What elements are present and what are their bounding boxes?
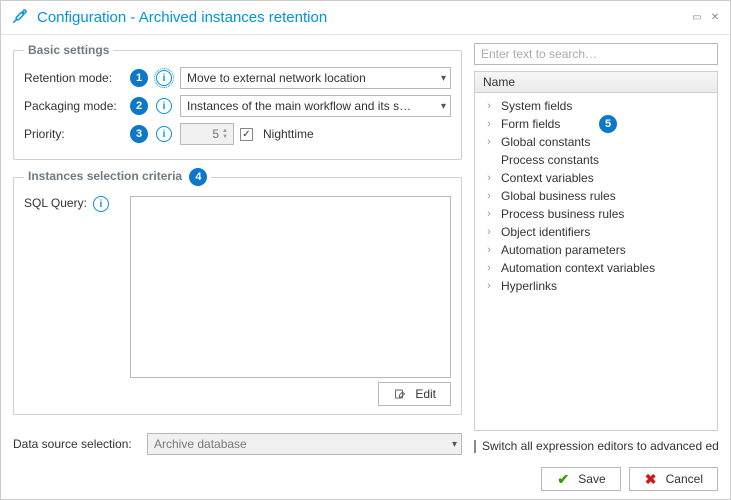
tree-panel: Name › System fields › Form fields 5 › Global … xyxy=(474,71,718,431)
switch-label: Switch all expression editors to advance… xyxy=(482,439,718,453)
sql-row: SQL Query: i xyxy=(24,196,451,378)
criteria-fieldset: Instances selection criteria 4 SQL Query… xyxy=(13,168,462,415)
x-icon: ✖ xyxy=(644,472,658,486)
priority-row: Priority: 3 i 5 ▲▼ ✓ Nighttime xyxy=(24,123,451,145)
chevron-right-icon[interactable]: › xyxy=(483,100,495,112)
tree-item[interactable]: › System fields xyxy=(479,97,713,115)
retention-label: Retention mode: xyxy=(24,71,124,85)
info-icon[interactable]: i xyxy=(93,196,109,212)
tree-item-label: Automation context variables xyxy=(501,261,655,275)
tree-header[interactable]: Name xyxy=(475,72,717,93)
tools-icon xyxy=(11,7,29,28)
tree-item[interactable]: › Object identifiers xyxy=(479,223,713,241)
basic-settings-fieldset: Basic settings Retention mode: 1 i Move … xyxy=(13,43,462,160)
tree-item[interactable]: › Global business rules xyxy=(479,187,713,205)
switch-advanced-checkbox[interactable] xyxy=(474,440,476,453)
save-label: Save xyxy=(578,472,605,486)
chevron-right-icon[interactable]: › xyxy=(483,172,495,184)
chevron-right-icon[interactable]: › xyxy=(483,262,495,274)
content: Basic settings Retention mode: 1 i Move … xyxy=(1,35,730,459)
nighttime-checkbox[interactable]: ✓ xyxy=(240,128,253,141)
nighttime-label: Nighttime xyxy=(263,127,314,141)
edit-row: Edit xyxy=(24,382,451,406)
tree-item-label: Context variables xyxy=(501,171,594,185)
chevron-right-icon[interactable]: › xyxy=(483,226,495,238)
retention-mode-value: Move to external network location xyxy=(187,71,366,85)
tree-item-label: Automation parameters xyxy=(501,243,626,257)
priority-spinner: 5 ▲▼ xyxy=(180,123,234,145)
retention-mode-select[interactable]: Move to external network location xyxy=(180,67,451,89)
tree-item[interactable]: › Process business rules xyxy=(479,205,713,223)
retention-row: Retention mode: 1 i Move to external net… xyxy=(24,67,451,89)
info-icon[interactable]: i xyxy=(156,70,172,86)
right-panel: Name › System fields › Form fields 5 › Global … xyxy=(474,43,718,455)
footer: ✔ Save ✖ Cancel xyxy=(1,459,730,499)
chevron-right-icon[interactable]: › xyxy=(483,190,495,202)
chevron-right-icon[interactable]: › xyxy=(483,244,495,256)
window-title: Configuration - Archived instances reten… xyxy=(37,9,692,26)
tree-item-label: System fields xyxy=(501,99,572,113)
data-source-row: Data source selection: Archive database xyxy=(13,429,462,455)
tree-item[interactable]: › Hyperlinks xyxy=(479,277,713,295)
info-icon[interactable]: i xyxy=(156,126,172,142)
packaging-row: Packaging mode: 2 i Instances of the mai… xyxy=(24,95,451,117)
badge-3: 3 xyxy=(130,125,148,143)
search-input[interactable] xyxy=(474,43,718,65)
info-icon[interactable]: i xyxy=(156,98,172,114)
criteria-body: SQL Query: i Edit xyxy=(24,196,451,406)
priority-value: 5 xyxy=(212,127,219,141)
badge-2: 2 xyxy=(130,97,148,115)
spinner-arrows-icon: ▲▼ xyxy=(222,125,232,143)
titlebar: Configuration - Archived instances reten… xyxy=(1,1,730,35)
chevron-right-icon[interactable]: › xyxy=(483,208,495,220)
tree-item-label: Object identifiers xyxy=(501,225,590,239)
window-controls: ▭ ✕ xyxy=(692,13,720,23)
close-button[interactable]: ✕ xyxy=(710,13,720,23)
data-source-label: Data source selection: xyxy=(13,437,141,451)
cancel-button[interactable]: ✖ Cancel xyxy=(629,467,718,491)
packaging-label: Packaging mode: xyxy=(24,99,124,113)
badge-1: 1 xyxy=(130,69,148,87)
tree-item-label: Process business rules xyxy=(501,207,624,221)
chevron-right-icon[interactable]: › xyxy=(483,136,495,148)
data-source-select[interactable]: Archive database xyxy=(147,433,462,455)
data-source-value: Archive database xyxy=(154,437,247,451)
tree-item-label: Global constants xyxy=(501,135,590,149)
maximize-button[interactable]: ▭ xyxy=(692,13,702,23)
tree-item[interactable]: › Automation context variables xyxy=(479,259,713,277)
check-icon: ✔ xyxy=(556,472,570,486)
tree-item[interactable]: ›Process constants xyxy=(479,151,713,169)
left-panel: Basic settings Retention mode: 1 i Move … xyxy=(13,43,462,455)
tree-item-label: Form fields xyxy=(501,117,560,131)
badge-5: 5 xyxy=(599,115,617,133)
tree-item[interactable]: › Context variables xyxy=(479,169,713,187)
packaging-mode-value: Instances of the main workflow and its s… xyxy=(187,99,411,113)
tree-item-label: Process constants xyxy=(501,153,599,167)
switch-row: Switch all expression editors to advance… xyxy=(474,437,718,455)
sql-label-col: SQL Query: i xyxy=(24,196,124,378)
tree-item-label: Hyperlinks xyxy=(501,279,557,293)
tree-item[interactable]: › Automation parameters xyxy=(479,241,713,259)
chevron-right-icon[interactable]: › xyxy=(483,280,495,292)
badge-4: 4 xyxy=(189,168,207,186)
save-button[interactable]: ✔ Save xyxy=(541,467,620,491)
edit-button-label: Edit xyxy=(415,387,436,401)
tree-list: › System fields › Form fields 5 › Global const… xyxy=(475,93,717,430)
config-window: Configuration - Archived instances reten… xyxy=(0,0,731,500)
edit-button[interactable]: Edit xyxy=(378,382,451,406)
packaging-mode-select[interactable]: Instances of the main workflow and its s… xyxy=(180,95,451,117)
chevron-right-icon[interactable]: › xyxy=(483,118,495,130)
tree-item-label: Global business rules xyxy=(501,189,616,203)
sql-query-textarea[interactable] xyxy=(130,196,451,378)
priority-label: Priority: xyxy=(24,127,124,141)
tree-item[interactable]: › Global constants xyxy=(479,133,713,151)
basic-settings-legend: Basic settings xyxy=(24,43,113,57)
edit-icon xyxy=(393,387,407,401)
tree-item[interactable]: › Form fields 5 xyxy=(479,115,713,133)
sql-label: SQL Query: xyxy=(24,196,87,210)
cancel-label: Cancel xyxy=(666,472,703,486)
criteria-legend: Instances selection criteria 4 xyxy=(24,168,211,186)
